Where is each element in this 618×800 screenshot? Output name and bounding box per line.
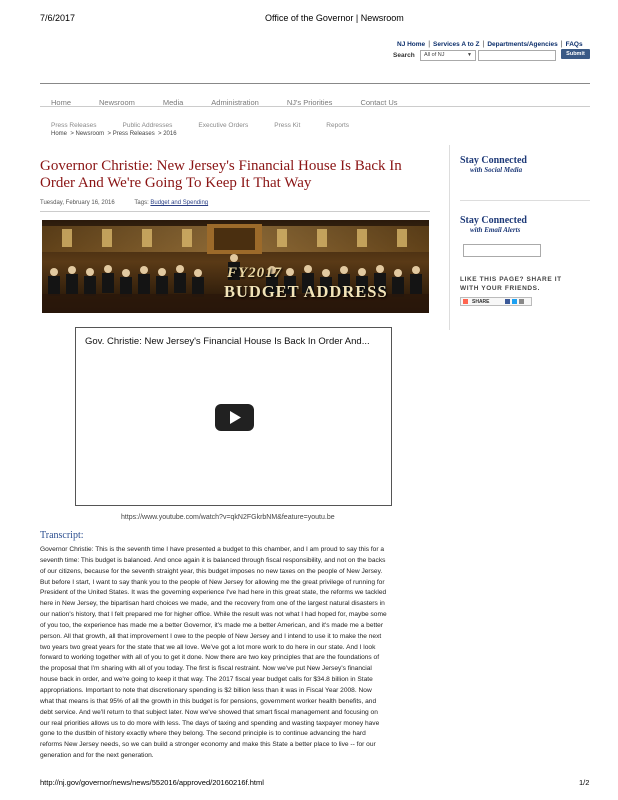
transcript-line: our real priorities allows us to do more… [40,719,380,727]
email-heading: Stay Connected [460,215,527,226]
tags-label: Tags: [134,200,149,206]
transcript-line: person. All that growth, all that improv… [40,632,382,640]
banner-line2: BUDGET ADDRESS [224,282,388,301]
subnav-reports[interactable]: Reports [326,122,349,129]
search-scope-select[interactable]: All of NJ ▼ [420,50,476,61]
meta-rule [40,211,430,212]
email-subheading[interactable]: with Email Alerts [470,226,520,234]
page-title-line2: Order And We're Going To Keep It That Wa… [40,175,312,191]
utility-nav: NJ Home | Services A to Z | Departments/Agen… [397,41,583,48]
social-subheading[interactable]: with Social Media [470,166,522,174]
facebook-icon [505,299,510,304]
transcript-line: here in New Jersey, the bipartisan hard … [40,600,385,608]
video-url[interactable]: https://www.youtube.com/watch?v=qkN2FGkr… [121,514,335,521]
sub-nav: Press Releases Public Addresses Executive … [51,114,375,132]
transcript-line: generation and for the next generation. [40,752,154,760]
nav-bottom-rule [40,106,590,107]
faqs-link[interactable]: FAQs [566,41,583,48]
share-prompt-line2: WITH YOUR FRIENDS. [460,285,541,292]
video-title: Gov. Christie: New Jersey's Financial Ho… [85,336,370,347]
main-nav: Home Newsroom Media Administration NJ's Prio… [51,92,426,110]
twitter-icon [512,299,517,304]
page-title-line1: Governor Christie: New Jersey's Financia… [40,158,402,174]
transcript-line: two years two great years for the state … [40,643,376,651]
transcript-line: reforms New Jersey needs, so we can buil… [40,741,376,749]
sidebar-divider [449,145,450,330]
print-page-title: Office of the Governor | Newsroom [265,13,404,23]
email-share-icon [519,299,524,304]
article-date: Tuesday, February 16, 2016 [40,200,115,206]
nj-home-link[interactable]: NJ Home [397,41,425,48]
page-title: Governor Christie: New Jersey's Financia… [40,158,402,192]
transcript-line: Governor Christie: This is the seventh t… [40,546,385,553]
search-scope-value: All of NJ [424,52,445,58]
subnav-executive-orders[interactable]: Executive Orders [198,122,248,129]
tag-link[interactable]: Budget and Spending [150,200,208,206]
chevron-down-icon: ▼ [467,52,472,58]
email-input[interactable] [463,244,541,257]
play-icon [230,411,241,424]
share-button[interactable]: SHARE [460,297,532,306]
budget-address-banner: FY2017 BUDGET ADDRESS [42,220,429,313]
video-embed[interactable]: Gov. Christie: New Jersey's Financial Ho… [75,327,392,506]
share-prompt: LIKE THIS PAGE? SHARE IT WITH YOUR FRIEN… [460,275,562,293]
transcript-line: house back in order, and we're going to … [40,676,373,684]
transcript-line: But before I start, I want to say thank … [40,578,385,586]
transcript-line: forward to working together with all of … [40,654,380,662]
share-prompt-line1: LIKE THIS PAGE? SHARE IT [460,276,562,283]
transcript-line: of our citizens, because for the seventh… [40,567,383,575]
submit-button[interactable]: Submit [561,49,590,59]
sidebar-rule [460,200,590,201]
transcript-line: appropriations. Important to note that d… [40,686,372,694]
nav-top-rule [40,83,590,84]
play-button[interactable] [215,404,254,431]
transcript-line: gone to the dustbin of history exactly w… [40,730,366,738]
social-heading: Stay Connected [460,155,527,166]
transcript-line: President of the United States. It was t… [40,589,387,597]
search-input[interactable] [478,50,556,61]
transcript-line: debt service. And we'll return to that s… [40,708,378,716]
breadcrumb[interactable]: Home > Newsroom > Press Releases > 2016 [51,131,177,137]
share-icon [463,299,468,304]
departments-link[interactable]: Departments/Agencies [487,41,557,48]
transcript-line: the proposal that I'm sharing with all o… [40,665,372,673]
page-number: 1/2 [579,778,590,787]
transcript-body: Governor Christie: This is the seventh t… [40,545,435,762]
subnav-press-kit[interactable]: Press Kit [274,122,300,129]
footer-url: http://nj.gov/governor/news/news/552016/… [40,778,264,787]
search-label: Search [393,52,415,59]
subnav-press-releases[interactable]: Press Releases [51,122,97,129]
transcript-heading: Transcript: [40,530,84,541]
subnav-public-addresses[interactable]: Public Addresses [123,122,173,129]
transcript-line: what that means is that 95% of all the g… [40,697,377,705]
transcript-line: our nation's history, that I felt prepar… [40,611,387,619]
transcript-line: seventh time: This budget is balanced. A… [40,556,386,564]
transcript-line: of you too, the experience has made me a… [40,621,384,629]
banner-line1: FY2017 [227,265,283,281]
share-button-label: SHARE [472,299,490,305]
article-meta: Tuesday, February 16, 2016 Tags: Budget … [40,200,208,206]
print-date: 7/6/2017 [40,13,76,23]
services-link[interactable]: Services A to Z [433,41,479,48]
